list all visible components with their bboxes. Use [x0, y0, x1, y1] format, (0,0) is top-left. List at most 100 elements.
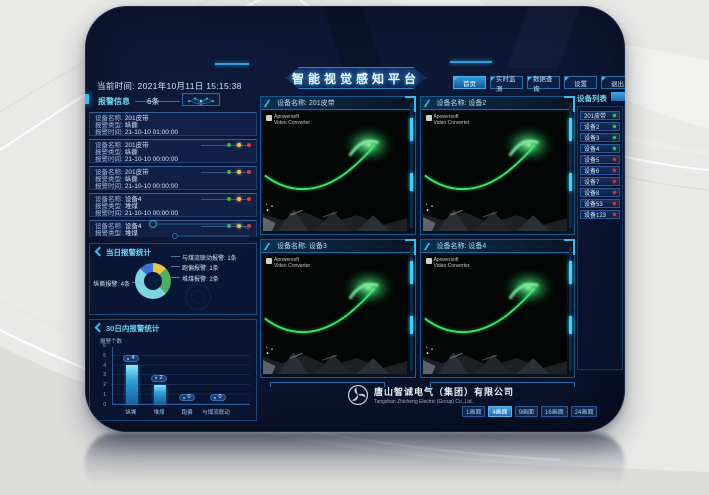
bar — [154, 385, 166, 404]
current-time: 当前时间: 2021年10月11日 15:15:38 — [97, 80, 242, 92]
time-value: 2021年10月11日 15:15:38 — [138, 81, 242, 91]
time-label: 当前时间: — [97, 81, 135, 91]
belt-camera-scene — [263, 112, 408, 231]
view-layout-switcher: 1画面 4画面 9画面 16画面 24画面 — [462, 406, 597, 417]
video-panel-1[interactable]: 设备名称: 201皮带 ApowersoftVideo Converter — [260, 96, 416, 235]
video-feed[interactable]: ApowersoftVideo Converter — [263, 255, 408, 374]
device-item[interactable]: 设备4 — [580, 144, 620, 153]
status-dot — [613, 191, 617, 195]
top-nav: 首页 实时监测 数据查询 设置 退出 — [453, 76, 625, 89]
nav-button-settings[interactable]: 设置 — [564, 76, 597, 89]
video-watermark: ApowersoftVideo Converter — [266, 115, 310, 126]
video-scrollbar[interactable] — [569, 103, 572, 228]
device-item[interactable]: 设备8 — [580, 188, 620, 197]
donut-label: 与煤流联动报警: 1条 — [182, 253, 237, 262]
video-scrollbar[interactable] — [410, 246, 413, 371]
video-panel-header: 设备名称: 设备4 — [421, 240, 575, 253]
video-watermark: ApowersoftVideo Converter — [266, 258, 310, 269]
video-watermark: ApowersoftVideo Converter — [426, 258, 470, 269]
video-panel-2[interactable]: 设备名称: 设备2 ApowersoftVideo Converter — [420, 96, 576, 235]
bar-value-pill: 2 — [151, 375, 167, 382]
alarm-level-indicator — [227, 143, 251, 147]
donut-label: 纵撕报警: 4条 — [93, 279, 130, 288]
video-feed[interactable]: ApowersoftVideo Converter — [423, 255, 568, 374]
view-button-24[interactable]: 24画面 — [571, 406, 598, 417]
bar — [126, 365, 138, 404]
company-name-en: Tangshan Zhicheng Electric (Group) Co.,L… — [374, 399, 514, 405]
view-button-1[interactable]: 1画面 — [462, 406, 485, 417]
device-item[interactable]: 设备6 — [580, 166, 620, 175]
donut-label: 堆煤报警: 2条 — [182, 274, 219, 283]
watermark-icon — [266, 258, 272, 264]
alarm-card[interactable]: 设备名称:201皮带 报警类型:纵撕 报警时间:21-10-10 00:00:0… — [89, 166, 257, 190]
status-dot — [613, 136, 617, 140]
device-list-tab[interactable] — [611, 92, 625, 101]
nav-button-realtime[interactable]: 实时监测 — [490, 76, 523, 89]
video-scrollbar[interactable] — [569, 246, 572, 371]
belt-camera-scene — [423, 112, 568, 231]
view-button-16[interactable]: 16画面 — [541, 406, 568, 417]
company-name-cn: 唐山智诚电气（集团）有限公司 — [374, 385, 514, 398]
watermark-icon — [426, 115, 432, 121]
status-dot — [613, 125, 617, 129]
daily-alarm-donut — [135, 263, 171, 299]
watermark-icon — [266, 115, 272, 121]
bar-value-pill: 0 — [210, 394, 226, 401]
status-dot — [613, 202, 617, 206]
donut-label: 跑偏报警: 1条 — [182, 263, 219, 272]
device-item[interactable]: 设备2 — [580, 122, 620, 131]
alarm-level-indicator — [227, 170, 251, 174]
device-item[interactable]: 201皮带 — [580, 111, 620, 120]
company-logo-icon — [347, 384, 369, 406]
company-brand: 唐山智诚电气（集团）有限公司 Tangshan Zhicheng Electri… — [347, 384, 514, 406]
status-dot — [613, 180, 617, 184]
alarm-card[interactable]: 设备名称:设备4 报警类型:堆煤 报警时间:21-10-10 00:00:00 — [89, 193, 257, 217]
daily-stats-title: 当日报警统计 — [96, 247, 151, 258]
device-list: 201皮带 设备2 设备3 设备4 设备5 设备6 设备7 设备8 设备53 设… — [577, 106, 623, 370]
nav-button-exit[interactable]: 退出 — [601, 76, 625, 89]
video-panel-4[interactable]: 设备名称: 设备4 ApowersoftVideo Converter — [420, 239, 576, 378]
video-grid: 设备名称: 201皮带 ApowersoftVideo Converter 设备… — [260, 96, 575, 378]
device-item[interactable]: 设备123 — [580, 210, 620, 219]
device-item[interactable]: 设备3 — [580, 133, 620, 142]
monthly-bar-chart: 4 2 0 0 — [112, 347, 250, 405]
video-feed[interactable]: ApowersoftVideo Converter — [423, 112, 568, 231]
page-title: 智能视觉感知平台 — [286, 67, 426, 89]
watermark-logo — [185, 284, 211, 310]
status-dot — [613, 169, 617, 173]
header-accent-line — [450, 61, 492, 63]
monitor-reflection — [85, 433, 625, 493]
watermark-icon — [426, 258, 432, 264]
belt-camera-scene — [263, 255, 408, 374]
device-item[interactable]: 设备7 — [580, 177, 620, 186]
alarm-panel-title: 报警信息 — [98, 96, 130, 107]
device-list-panel: 设备列表 201皮带 设备2 设备3 设备4 设备5 设备6 设备7 设备8 设… — [577, 93, 623, 373]
device-item[interactable]: 设备53 — [580, 199, 620, 208]
nav-button-data-query[interactable]: 数据查询 — [527, 76, 560, 89]
view-button-9[interactable]: 9画面 — [515, 406, 538, 417]
view-button-4[interactable]: 4画面 — [488, 406, 511, 417]
header-accent-line — [215, 63, 249, 65]
monthly-stats-title: 30日内报警统计 — [96, 323, 159, 334]
video-watermark: ApowersoftVideo Converter — [426, 115, 470, 126]
video-panel-3[interactable]: 设备名称: 设备3 ApowersoftVideo Converter — [260, 239, 416, 378]
nav-button-home[interactable]: 首页 — [453, 76, 486, 89]
belt-camera-scene — [423, 255, 568, 374]
status-dot — [613, 114, 617, 118]
video-scrollbar[interactable] — [410, 103, 413, 228]
device-item[interactable]: 设备5 — [580, 155, 620, 164]
bar-value-pill: 0 — [179, 394, 195, 401]
alarm-count-badge: 6条 — [147, 96, 159, 107]
status-dot — [613, 213, 617, 217]
bezel-notch — [85, 94, 89, 104]
video-panel-header: 设备名称: 设备2 — [421, 97, 575, 110]
alarm-card[interactable]: 设备名称:201皮带 报警类型:纵撕 报警时间:21-10-10 01:00:0… — [89, 112, 257, 136]
video-panel-header: 设备名称: 设备3 — [261, 240, 415, 253]
topology-icon — [182, 93, 220, 106]
bar-value-pill: 4 — [123, 355, 139, 362]
video-feed[interactable]: ApowersoftVideo Converter — [263, 112, 408, 231]
video-panel-header: 设备名称: 201皮带 — [261, 97, 415, 110]
alarm-level-indicator — [227, 197, 251, 201]
alarm-card[interactable]: 设备名称:201皮带 报警类型:纵撕 报警时间:21-10-10 00:00:0… — [89, 139, 257, 163]
daily-alarm-stats-panel: 当日报警统计 与煤流联动报警: 1条 跑偏报警: 1条 堆煤报警: 2条 纵撕报… — [89, 243, 257, 315]
